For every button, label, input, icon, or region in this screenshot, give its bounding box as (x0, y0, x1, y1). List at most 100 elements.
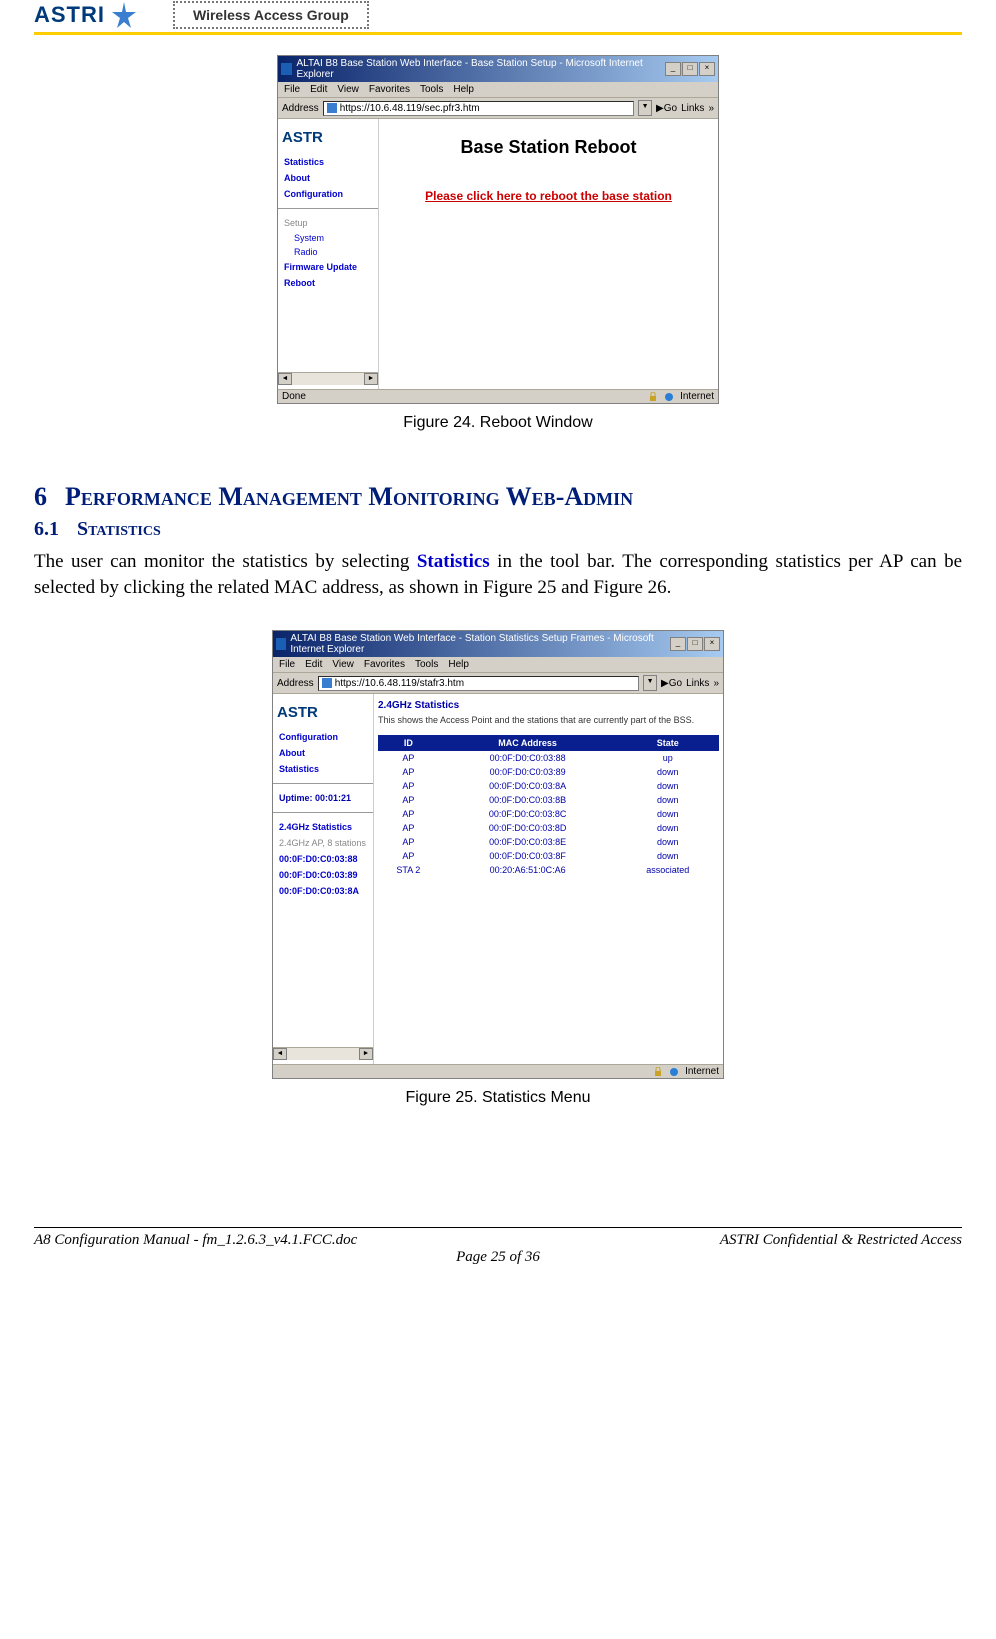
sidebar-firmware[interactable]: Firmware Update (278, 259, 378, 275)
sidebar-ap-count: 2.4GHz AP, 8 stations (273, 835, 373, 851)
maximize-button[interactable]: □ (687, 637, 703, 651)
window-title: ALTAI B8 Base Station Web Interface - St… (290, 633, 670, 655)
statusbar: Done Internet (278, 389, 718, 403)
status-zone: Internet (680, 391, 714, 402)
sidebar-scrollbar[interactable]: ◄ ► (273, 1047, 373, 1060)
table-row[interactable]: AP00:0F:D0:C0:03:8Fdown (378, 849, 719, 863)
section-6-title: Performance Management Monitoring Web-Ad… (65, 482, 633, 511)
menu-file[interactable]: File (279, 659, 295, 670)
maximize-button[interactable]: □ (682, 62, 698, 76)
sidebar-mac2[interactable]: 00:0F:D0:C0:03:89 (273, 867, 373, 883)
menu-edit[interactable]: Edit (305, 659, 322, 670)
astri-logo: ASTRI (34, 0, 143, 30)
menubar: File Edit View Favorites Tools Help (273, 657, 723, 673)
titlebar: ALTAI B8 Base Station Web Interface - St… (273, 631, 723, 657)
page-icon (327, 103, 337, 113)
sidebar-configuration[interactable]: Configuration (273, 729, 373, 745)
menu-help[interactable]: Help (448, 659, 469, 670)
close-button[interactable]: × (699, 62, 715, 76)
table-row[interactable]: AP00:0F:D0:C0:03:8Edown (378, 835, 719, 849)
figure24-caption: Figure 24. Reboot Window (34, 414, 962, 432)
address-label: Address (282, 103, 319, 114)
sidebar-statistics[interactable]: Statistics (273, 761, 373, 777)
page-icon (322, 678, 332, 688)
sidebar-reboot[interactable]: Reboot (278, 275, 378, 291)
sidebar-about[interactable]: About (273, 745, 373, 761)
status-done: Done (282, 391, 306, 402)
scroll-right-icon[interactable]: ► (364, 373, 378, 385)
page-footer: A8 Configuration Manual - fm_1.2.6.3_v4.… (34, 1227, 962, 1249)
ie-icon (281, 63, 292, 75)
go-button[interactable]: ▶Go (656, 103, 677, 114)
footer-right: ASTRI Confidential & Restricted Access (720, 1232, 962, 1249)
menu-favorites[interactable]: Favorites (369, 84, 410, 95)
menubar: File Edit View Favorites Tools Help (278, 82, 718, 98)
sidebar-statistics[interactable]: Statistics (278, 154, 378, 170)
figure25-caption: Figure 25. Statistics Menu (34, 1089, 962, 1107)
section-6-num: 6 (34, 482, 47, 511)
reboot-link[interactable]: Please click here to reboot the base sta… (425, 189, 672, 203)
minimize-button[interactable]: _ (670, 637, 686, 651)
scroll-left-icon[interactable]: ◄ (273, 1048, 287, 1060)
page-title: Base Station Reboot (387, 137, 710, 158)
sidebar-about[interactable]: About (278, 170, 378, 186)
address-label: Address (277, 678, 314, 689)
address-input[interactable]: https://10.6.48.119/sec.pfr3.htm (323, 101, 634, 116)
links-label[interactable]: Links (681, 103, 704, 114)
menu-tools[interactable]: Tools (415, 659, 438, 670)
menu-edit[interactable]: Edit (310, 84, 327, 95)
lock-icon (648, 392, 658, 402)
table-row[interactable]: AP00:0F:D0:C0:03:88up (378, 751, 719, 765)
menu-view[interactable]: View (332, 659, 354, 670)
globe-icon (664, 392, 674, 402)
col-mac: MAC Address (439, 735, 617, 751)
minimize-button[interactable]: _ (665, 62, 681, 76)
star-icon (109, 0, 139, 30)
sidebar-24ghz-stats[interactable]: 2.4GHz Statistics (273, 819, 373, 835)
table-row[interactable]: AP00:0F:D0:C0:03:8Cdown (378, 807, 719, 821)
main-content: Base Station Reboot Please click here to… (379, 119, 718, 389)
go-button[interactable]: ▶Go (661, 678, 682, 689)
address-dropdown[interactable]: ▼ (643, 675, 657, 691)
address-input[interactable]: https://10.6.48.119/stafr3.htm (318, 676, 639, 691)
menu-help[interactable]: Help (453, 84, 474, 95)
links-label[interactable]: Links (686, 678, 709, 689)
sidebar-mac3[interactable]: 00:0F:D0:C0:03:8A (273, 883, 373, 899)
menu-favorites[interactable]: Favorites (364, 659, 405, 670)
section-desc: This shows the Access Point and the stat… (378, 715, 719, 725)
sidebar: ASTR Configuration About Statistics Upti… (273, 694, 374, 1064)
address-value: https://10.6.48.119/sec.pfr3.htm (340, 103, 480, 114)
scroll-left-icon[interactable]: ◄ (278, 373, 292, 385)
sidebar-radio[interactable]: Radio (278, 245, 378, 259)
footer-page: Page 25 of 36 (34, 1249, 962, 1266)
menu-tools[interactable]: Tools (420, 84, 443, 95)
menu-file[interactable]: File (284, 84, 300, 95)
col-id: ID (378, 735, 439, 751)
table-row[interactable]: AP00:0F:D0:C0:03:89down (378, 765, 719, 779)
table-row[interactable]: AP00:0F:D0:C0:03:8Bdown (378, 793, 719, 807)
address-dropdown[interactable]: ▼ (638, 100, 652, 116)
table-row[interactable]: AP00:0F:D0:C0:03:8Adown (378, 779, 719, 793)
sidebar-system[interactable]: System (278, 231, 378, 245)
table-row[interactable]: AP00:0F:D0:C0:03:8Ddown (378, 821, 719, 835)
status-zone: Internet (685, 1066, 719, 1077)
section-title: 2.4GHz Statistics (378, 700, 719, 711)
footer-left: A8 Configuration Manual - fm_1.2.6.3_v4.… (34, 1232, 357, 1249)
address-bar: Address https://10.6.48.119/sec.pfr3.htm… (278, 98, 718, 119)
statusbar: Internet (273, 1064, 723, 1078)
close-button[interactable]: × (704, 637, 720, 651)
lock-icon (653, 1067, 663, 1077)
address-bar: Address https://10.6.48.119/stafr3.htm ▼… (273, 673, 723, 694)
menu-view[interactable]: View (337, 84, 359, 95)
sidebar-configuration[interactable]: Configuration (278, 186, 378, 202)
sidebar-logo: ASTR (278, 123, 378, 154)
sidebar-mac1[interactable]: 00:0F:D0:C0:03:88 (273, 851, 373, 867)
sidebar: ASTR Statistics About Configuration Setu… (278, 119, 379, 389)
main-content: 2.4GHz Statistics This shows the Access … (374, 694, 723, 1064)
body-paragraph: The user can monitor the statistics by s… (34, 549, 962, 600)
sidebar-scrollbar[interactable]: ◄ ► (278, 372, 378, 385)
scroll-right-icon[interactable]: ► (359, 1048, 373, 1060)
ie-window-fig24: ALTAI B8 Base Station Web Interface - Ba… (277, 55, 719, 404)
sidebar-setup: Setup (278, 215, 378, 231)
table-row[interactable]: STA 200:20:A6:51:0C:A6associated (378, 863, 719, 877)
